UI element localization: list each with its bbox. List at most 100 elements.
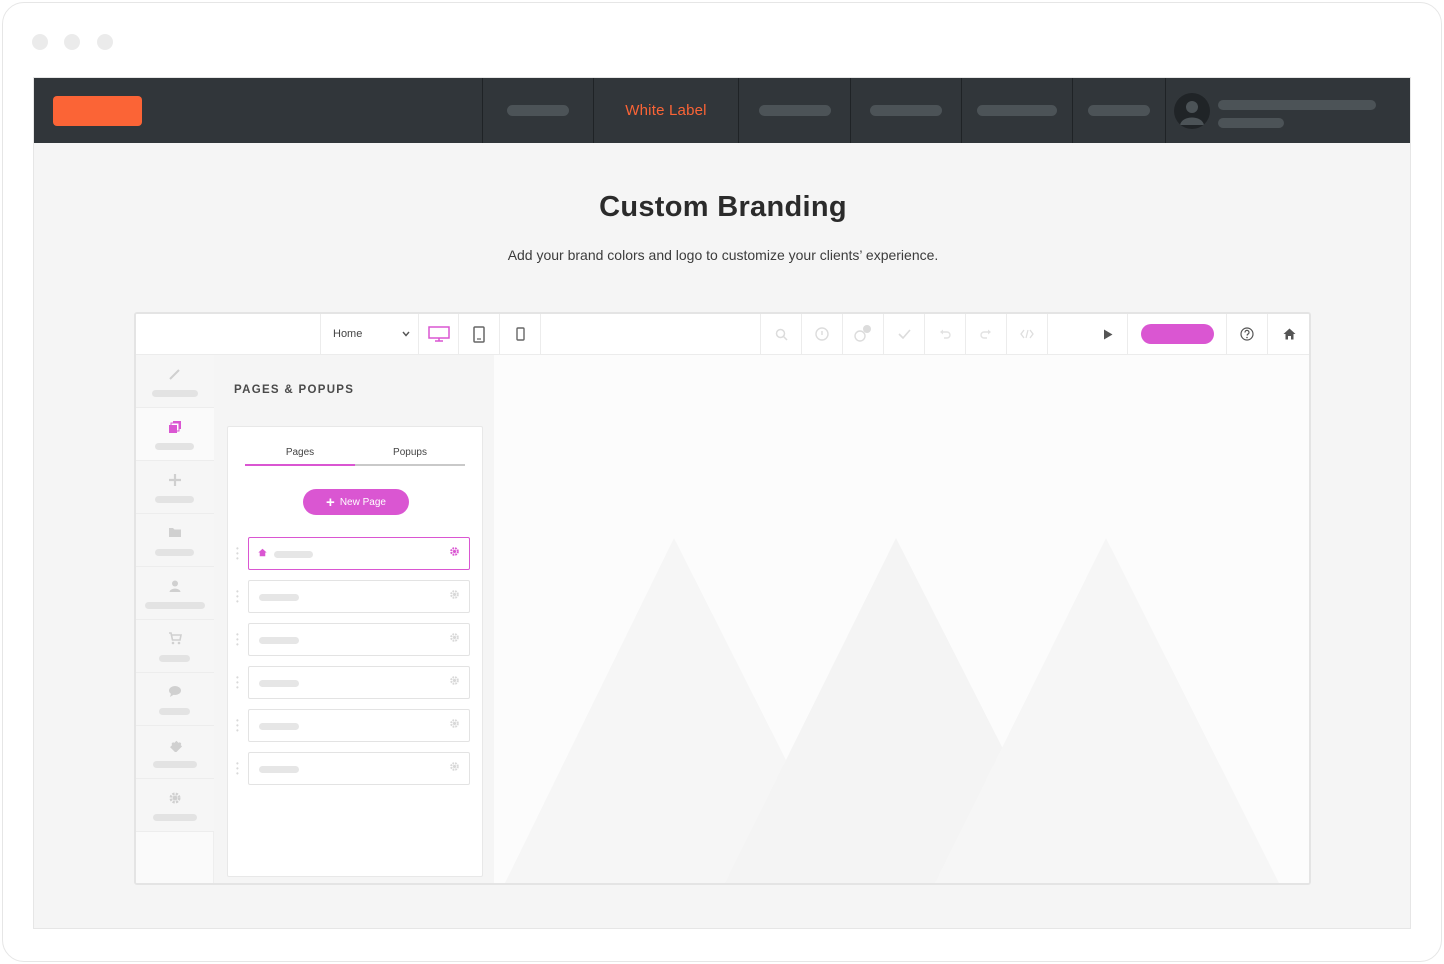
window-close-dot[interactable] — [32, 34, 48, 50]
help-button[interactable] — [1226, 314, 1267, 354]
check-icon — [897, 329, 911, 339]
drag-handle-icon[interactable]: • • • — [236, 674, 240, 692]
drag-handle-icon[interactable]: • • • — [236, 588, 240, 606]
page-settings-gear-icon[interactable] — [449, 632, 460, 646]
new-page-button[interactable]: + New Page — [303, 489, 409, 515]
user-role-placeholder — [1218, 118, 1284, 128]
notification-button[interactable] — [842, 314, 883, 354]
page-select[interactable]: Home — [320, 314, 418, 354]
page-list-item[interactable]: • • • — [236, 666, 470, 699]
sidebar-item-add[interactable] — [136, 461, 214, 514]
sidebar-item-chat[interactable] — [136, 673, 214, 726]
code-icon — [1020, 329, 1034, 339]
nav-placeholder — [977, 105, 1057, 116]
window-minimize-dot[interactable] — [64, 34, 80, 50]
help-icon — [1240, 327, 1254, 341]
avatar-icon — [1174, 93, 1210, 129]
app-frame: White Label Custom Branding Add your bra… — [33, 77, 1411, 929]
desktop-view-button[interactable] — [418, 314, 458, 354]
drag-handle-icon[interactable]: • • • — [236, 760, 240, 778]
plus-icon: + — [326, 493, 335, 511]
sidebar-item-store[interactable] — [136, 620, 214, 673]
page-list-item[interactable]: • • • — [236, 537, 470, 570]
redo-icon — [980, 329, 991, 339]
sidebar-item-media[interactable] — [136, 514, 214, 567]
page-list-item[interactable]: • • • — [236, 623, 470, 656]
folder-icon — [136, 526, 214, 540]
check-button[interactable] — [883, 314, 924, 354]
nav-item-1[interactable] — [482, 78, 593, 143]
puzzle-icon — [136, 738, 214, 753]
sidebar-label-placeholder — [159, 708, 190, 715]
search-button[interactable] — [760, 314, 801, 354]
page-settings-gear-icon[interactable] — [449, 761, 460, 775]
sidebar-label-placeholder — [155, 496, 194, 503]
mobile-view-button[interactable] — [499, 314, 540, 354]
page-name-placeholder — [274, 551, 313, 558]
sidebar-item-members[interactable] — [136, 567, 214, 620]
tab-popups[interactable]: Popups — [355, 447, 465, 466]
page-settings-gear-icon[interactable] — [449, 546, 460, 560]
sidebar-item-settings[interactable] — [136, 779, 214, 832]
sidebar-label-placeholder — [155, 549, 194, 556]
pages-card: Pages Popups + New Page • • • • • • • • … — [227, 426, 483, 877]
window-maximize-dot[interactable] — [97, 34, 113, 50]
home-icon — [1283, 328, 1296, 340]
user-menu[interactable] — [1165, 78, 1410, 143]
notification-icon — [854, 325, 871, 342]
brand-logo[interactable] — [53, 96, 142, 126]
editor-toolbar: Home — [136, 314, 1309, 355]
history-icon — [815, 327, 829, 341]
page-settings-gear-icon[interactable] — [449, 718, 460, 732]
pages-icon — [136, 420, 214, 434]
sidebar-label-placeholder — [153, 761, 197, 768]
code-button[interactable] — [1006, 314, 1047, 354]
sidebar-item-design[interactable] — [136, 355, 214, 408]
page-title: Custom Branding — [599, 191, 847, 223]
tablet-view-button[interactable] — [458, 314, 499, 354]
nav-placeholder — [507, 105, 569, 116]
redo-button[interactable] — [965, 314, 1006, 354]
nav-item-6[interactable] — [1072, 78, 1165, 143]
home-button[interactable] — [1267, 314, 1309, 354]
chevron-down-icon — [402, 331, 410, 337]
save-button[interactable] — [1127, 314, 1226, 354]
nav-item-3[interactable] — [738, 78, 850, 143]
nav-item-4[interactable] — [850, 78, 961, 143]
sidebar-item-apps[interactable] — [136, 726, 214, 779]
page-settings-gear-icon[interactable] — [449, 675, 460, 689]
brush-icon — [136, 367, 214, 381]
home-page-icon — [258, 548, 267, 560]
page-list-item[interactable]: • • • — [236, 709, 470, 742]
sidebar-label-placeholder — [153, 814, 197, 821]
undo-button[interactable] — [924, 314, 965, 354]
save-pill — [1140, 324, 1214, 344]
search-icon — [775, 328, 788, 341]
page-name-placeholder — [259, 766, 299, 773]
history-button[interactable] — [801, 314, 842, 354]
toolbar-divider — [540, 314, 541, 354]
page-settings-gear-icon[interactable] — [449, 589, 460, 603]
page-list-item[interactable]: • • • — [236, 580, 470, 613]
page-select-value: Home — [333, 328, 363, 340]
page-subtitle: Add your brand colors and logo to custom… — [507, 247, 939, 263]
drag-handle-icon[interactable]: • • • — [236, 631, 240, 649]
page-name-placeholder — [259, 594, 299, 601]
page-list-item[interactable]: • • • — [236, 752, 470, 785]
drag-handle-icon[interactable]: • • • — [236, 545, 240, 563]
preview-button[interactable] — [1047, 314, 1127, 354]
nav-white-label-text: White Label — [625, 102, 707, 119]
desktop-icon — [427, 326, 450, 342]
sidebar-item-pages[interactable] — [136, 408, 214, 461]
sidebar-label-placeholder — [152, 390, 198, 397]
nav-placeholder — [1088, 105, 1150, 116]
play-icon — [1104, 329, 1113, 339]
drag-handle-icon[interactable]: • • • — [236, 717, 240, 735]
page-name-placeholder — [259, 637, 299, 644]
nav-item-white-label[interactable]: White Label — [593, 78, 738, 143]
tab-pages[interactable]: Pages — [245, 447, 355, 466]
mobile-icon — [515, 327, 525, 341]
nav-item-5[interactable] — [961, 78, 1072, 143]
editor-canvas[interactable] — [494, 355, 1309, 883]
cart-icon — [136, 632, 214, 646]
